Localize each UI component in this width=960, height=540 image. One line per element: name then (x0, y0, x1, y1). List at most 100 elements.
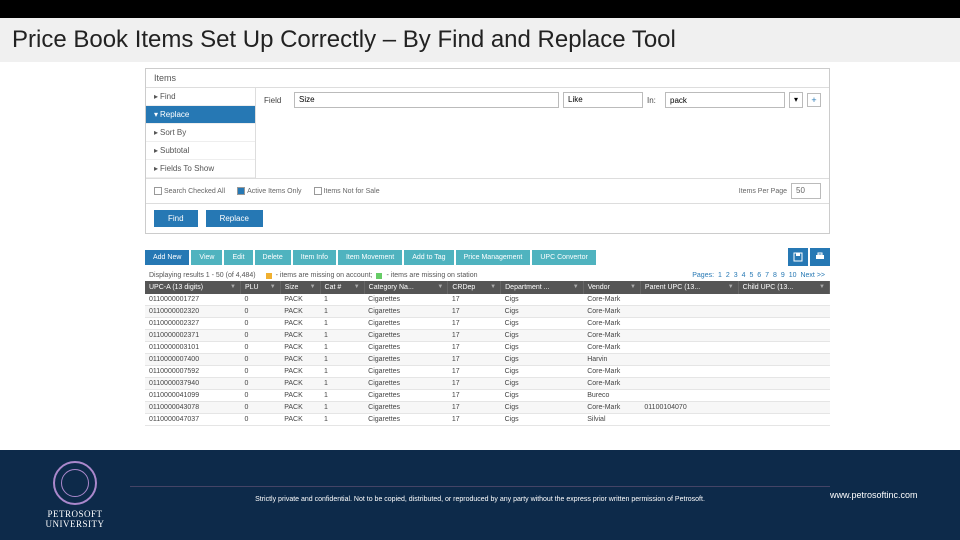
operator-select[interactable]: Like (563, 92, 643, 108)
cell-catname: Cigarettes (364, 414, 448, 426)
ipp-label: Items Per Page (739, 188, 787, 195)
ipp-select[interactable]: 50 (791, 183, 821, 199)
sidebar-item-subtotal[interactable]: ▸Subtotal (146, 142, 255, 160)
checkbox-active-only[interactable]: Active Items Only (237, 187, 301, 195)
university-logo: PETROSOFT UNIVERSITY (20, 461, 130, 529)
cell-catname: Cigarettes (364, 294, 448, 306)
table-row[interactable]: 01100000470370PACK1Cigarettes17CigsSilvi… (145, 414, 830, 426)
page-next[interactable]: Next >> (800, 272, 825, 279)
cell-child (738, 330, 829, 342)
col-header[interactable]: Vendor▼ (583, 281, 640, 294)
cell-plu: 0 (240, 402, 280, 414)
cell-dept: Cigs (501, 330, 584, 342)
cell-vendor: Core-Mark (583, 318, 640, 330)
table-row[interactable]: 01100000075920PACK1Cigarettes17CigsCore-… (145, 366, 830, 378)
checkbox-not-for-sale[interactable]: Items Not for Sale (314, 187, 380, 195)
cell-cr: 17 (448, 294, 501, 306)
col-header[interactable]: CRDep▼ (448, 281, 501, 294)
cell-upc: 0110000003101 (145, 342, 240, 354)
field-label: Field (264, 96, 290, 105)
page-9[interactable]: 9 (781, 272, 785, 279)
cell-size: PACK (280, 402, 320, 414)
cell-upc: 0110000007592 (145, 366, 240, 378)
page-1[interactable]: 1 (718, 272, 722, 279)
checkbox-search-checked[interactable]: Search Checked All (154, 187, 225, 195)
table-row[interactable]: 01100000031010PACK1Cigarettes17CigsCore-… (145, 342, 830, 354)
cell-cr: 17 (448, 378, 501, 390)
table-row[interactable]: 01100000379400PACK1Cigarettes17CigsCore-… (145, 378, 830, 390)
cell-plu: 0 (240, 330, 280, 342)
sidebar-item-find[interactable]: ▸Find (146, 88, 255, 106)
footer-url: www.petrosoftinc.com (830, 490, 940, 500)
cell-parent (640, 318, 738, 330)
cell-catname: Cigarettes (364, 390, 448, 402)
table-row[interactable]: 01100000430780PACK1Cigarettes17CigsCore-… (145, 402, 830, 414)
page-4[interactable]: 4 (742, 272, 746, 279)
cell-catname: Cigarettes (364, 306, 448, 318)
col-header[interactable]: Category Na...▼ (364, 281, 448, 294)
upc-convertor-button[interactable]: UPC Convertor (532, 250, 595, 265)
price-management-button[interactable]: Price Management (456, 250, 531, 265)
replace-button[interactable]: Replace (206, 210, 263, 227)
cell-child (738, 378, 829, 390)
cell-plu: 0 (240, 354, 280, 366)
cell-vendor: Core-Mark (583, 330, 640, 342)
page-6[interactable]: 6 (757, 272, 761, 279)
page-8[interactable]: 8 (773, 272, 777, 279)
cell-catname: Cigarettes (364, 402, 448, 414)
col-header[interactable]: Size▼ (280, 281, 320, 294)
cell-upc: 0110000002371 (145, 330, 240, 342)
page-5[interactable]: 5 (749, 272, 753, 279)
cell-cr: 17 (448, 330, 501, 342)
field-select[interactable]: Size (294, 92, 559, 108)
view-button[interactable]: View (191, 250, 222, 265)
col-header[interactable]: PLU▼ (240, 281, 280, 294)
col-header[interactable]: Cat #▼ (320, 281, 364, 294)
sidebar-item-fields[interactable]: ▸Fields To Show (146, 160, 255, 178)
cell-size: PACK (280, 366, 320, 378)
toolbar: Add New View Edit Delete Item Info Item … (145, 244, 830, 270)
sidebar-item-sortby[interactable]: ▸Sort By (146, 124, 255, 142)
save-icon[interactable] (788, 248, 808, 266)
page-7[interactable]: 7 (765, 272, 769, 279)
cell-child (738, 390, 829, 402)
sidebar-item-replace[interactable]: ▾Replace (146, 106, 255, 124)
cell-cat: 1 (320, 294, 364, 306)
print-icon[interactable] (810, 248, 830, 266)
cell-parent (640, 366, 738, 378)
page-10[interactable]: 10 (789, 272, 797, 279)
cell-dept: Cigs (501, 342, 584, 354)
cell-dept: Cigs (501, 414, 584, 426)
cell-catname: Cigarettes (364, 366, 448, 378)
table-row[interactable]: 01100000023270PACK1Cigarettes17CigsCore-… (145, 318, 830, 330)
col-header[interactable]: UPC-A (13 digits)▼ (145, 281, 240, 294)
item-info-button[interactable]: Item Info (293, 250, 336, 265)
col-header[interactable]: Department ...▼ (501, 281, 584, 294)
cell-size: PACK (280, 390, 320, 402)
add-new-button[interactable]: Add New (145, 250, 189, 265)
item-movement-button[interactable]: Item Movement (338, 250, 402, 265)
table-row[interactable]: 01100000410990PACK1Cigarettes17CigsBurec… (145, 390, 830, 402)
extra-select[interactable]: ▾ (789, 92, 803, 108)
table-row[interactable]: 01100000017270PACK1Cigarettes17CigsCore-… (145, 294, 830, 306)
add-condition-button[interactable]: + (807, 93, 821, 107)
cell-cat: 1 (320, 366, 364, 378)
cell-plu: 0 (240, 414, 280, 426)
cell-dept: Cigs (501, 306, 584, 318)
col-header[interactable]: Parent UPC (13...▼ (640, 281, 738, 294)
value-input[interactable] (665, 92, 785, 108)
cell-child (738, 366, 829, 378)
cell-dept: Cigs (501, 294, 584, 306)
cell-child (738, 318, 829, 330)
col-header[interactable]: Child UPC (13...▼ (738, 281, 829, 294)
page-2[interactable]: 2 (726, 272, 730, 279)
table-row[interactable]: 01100000023200PACK1Cigarettes17CigsCore-… (145, 306, 830, 318)
delete-button[interactable]: Delete (255, 250, 291, 265)
add-to-tag-button[interactable]: Add to Tag (404, 250, 453, 265)
cell-child (738, 354, 829, 366)
edit-button[interactable]: Edit (224, 250, 252, 265)
table-row[interactable]: 01100000074000PACK1Cigarettes17CigsHarvi… (145, 354, 830, 366)
page-3[interactable]: 3 (734, 272, 738, 279)
find-button[interactable]: Find (154, 210, 198, 227)
table-row[interactable]: 01100000023710PACK1Cigarettes17CigsCore-… (145, 330, 830, 342)
